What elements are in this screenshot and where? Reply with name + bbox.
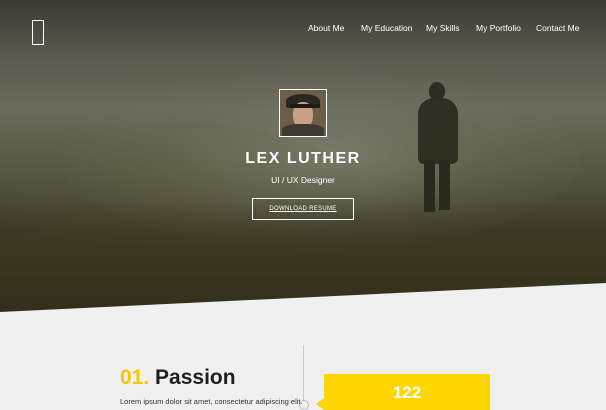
section-text: Lorem ipsum dolor sit amet, consectetur … [120,397,303,406]
section-title: Passion [155,366,236,389]
section-heading: 01. Passion [120,366,236,390]
nav-contact-me[interactable]: Contact Me [536,23,579,33]
avatar-cap-brim [290,104,320,108]
avatar-shirt [282,124,324,136]
main-nav: About Me My Education My Skills My Portf… [0,23,606,37]
silhouette-figure [412,82,464,214]
nav-about-me[interactable]: About Me [308,23,344,33]
profile-name: LEX LUTHER [245,150,361,167]
stat-card-value: 122 [392,383,422,402]
profile-role: UI / UX Designer [271,175,335,185]
download-resume-button[interactable]: DOWNLOAD RESUME [252,198,354,220]
nav-my-skills[interactable]: My Skills [426,23,460,33]
nav-my-portfolio[interactable]: My Portfolio [476,23,521,33]
section-number: 01. [120,366,150,389]
nav-my-education[interactable]: My Education [361,23,413,33]
card-pointer [316,398,324,410]
profile-avatar [279,89,327,137]
stat-card: 122 [316,374,490,410]
